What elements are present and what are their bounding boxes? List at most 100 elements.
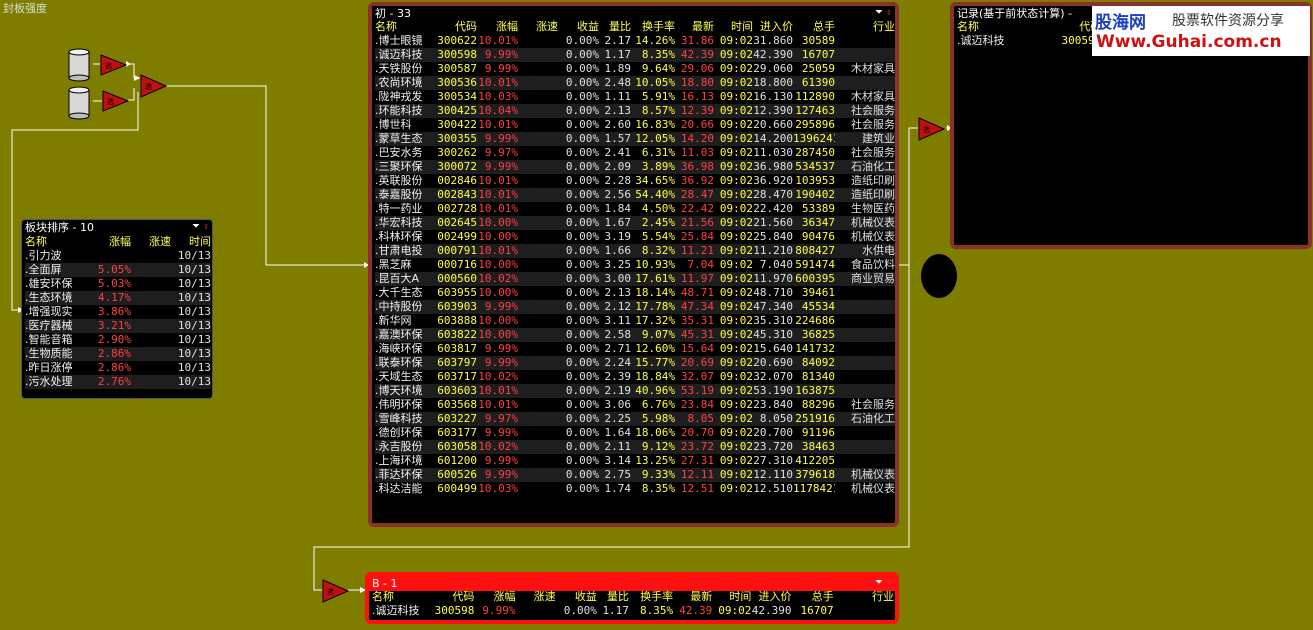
col-header[interactable]: 总手 [792, 590, 834, 604]
col-header[interactable]: 收益 [556, 590, 597, 604]
col-header[interactable]: 量比 [599, 20, 631, 34]
table-row[interactable]: .黑芝麻 000716 10.00% 0.00% 3.25 10.93% 7.04 09:02… [375, 258, 895, 272]
list-item[interactable]: .污水处理 2.76% 10/13 [25, 375, 211, 389]
filter-node-icon[interactable]: 选 [322, 579, 350, 603]
table-row[interactable]: .天域生态 603717 10.02% 0.00% 2.39 18.84% 32.07 09:… [375, 370, 895, 384]
col-header[interactable]: 收益 [558, 20, 599, 34]
table-row[interactable]: .上海环境 601200 9.99% 0.00% 3.14 13.25% 27.31 09:0… [375, 454, 895, 468]
table-row[interactable]: .博天环境 603603 10.01% 0.00% 2.19 40.96% 53.19 09:… [375, 384, 895, 398]
table-row[interactable]: .大千生态 603955 10.00% 0.00% 2.13 18.14% 48.71 09:… [375, 286, 895, 300]
col-header[interactable]: 名称 [25, 235, 91, 249]
col-header[interactable]: 换手率 [629, 590, 673, 604]
table-row[interactable]: .博世科 300422 10.01% 0.00% 2.60 16.83% 20.66 09:0… [375, 118, 895, 132]
table-cell: 5.98% [631, 412, 675, 426]
col-header[interactable]: 涨速 [516, 590, 556, 604]
table-row[interactable]: .泰嘉股份 002843 10.01% 0.00% 2.56 54.40% 28.47 09:… [375, 188, 895, 202]
database-icon[interactable] [67, 86, 93, 120]
filter-node-icon[interactable]: 选 [918, 117, 946, 141]
col-header[interactable]: 行业 [835, 20, 895, 34]
up-arrow-icon[interactable]: ⇧ [886, 7, 892, 18]
table-cell: 机械仪表 [851, 230, 895, 243]
table-cell: .菲达环保 [375, 468, 434, 482]
table-cell: 12.05% [631, 132, 675, 146]
up-arrow-icon[interactable]: ⇧ [886, 577, 892, 588]
col-header[interactable]: 涨速 [131, 235, 171, 249]
sector-ranking-panel[interactable]: 板块排序 - 10 ⏷ ⇧ 名称 涨幅 涨速 时间 .引力波 10/13 .全面屏 5.… [21, 219, 213, 399]
table-cell: 17.78% [631, 300, 675, 314]
table-row[interactable]: .永吉股份 603058 10.02% 0.00% 2.11 9.12% 23.72 09:0… [375, 440, 895, 454]
table-row[interactable]: .巴安水务 300262 9.97% 0.00% 2.41 6.31% 11.03 09:02… [375, 146, 895, 160]
table-row[interactable]: .雪峰科技 603227 9.97% 0.00% 2.25 5.98% 8.05 09:02 8… [375, 412, 895, 426]
col-header[interactable]: 代码 [434, 20, 477, 34]
table-row[interactable]: .科林环保 002499 10.00% 0.00% 3.19 5.54% 25.84 09:0… [375, 230, 895, 244]
table-row[interactable]: .博士眼镜 300622 10.01% 0.00% 2.17 14.26% 31.86 09:… [375, 34, 895, 48]
funnel-icon[interactable]: ⏷ [875, 577, 883, 588]
col-header[interactable]: 名称 [375, 20, 434, 34]
table-row[interactable]: .海峡环保 603817 9.99% 0.00% 2.71 12.60% 15.64 09:0… [375, 342, 895, 356]
col-header[interactable]: 量比 [597, 590, 629, 604]
col-header[interactable]: 时间 [712, 590, 751, 604]
table-row[interactable]: .德创环保 603177 9.99% 0.00% 1.64 18.06% 20.70 09:0… [375, 426, 895, 440]
list-item[interactable]: .全面屏 5.05% 10/13 [25, 263, 211, 277]
list-item[interactable]: .昨日涨停 2.86% 10/13 [25, 361, 211, 375]
table-row[interactable]: .环能科技 300425 10.04% 0.00% 2.13 8.57% 12.39 09:0… [375, 104, 895, 118]
list-item[interactable]: .生态环境 4.17% 10/13 [25, 291, 211, 305]
table-row[interactable]: .特一药业 002728 10.01% 0.00% 1.84 4.50% 22.42 09:0… [375, 202, 895, 216]
filter-node-icon[interactable]: 选 [102, 90, 130, 112]
filter-node-icon[interactable]: 选 [100, 54, 128, 76]
table-row[interactable]: .英联股份 002846 10.01% 0.00% 2.28 34.65% 36.92 09:… [375, 174, 895, 188]
table-row[interactable]: .天铁股份 300587 9.99% 0.00% 1.89 9.64% 29.06 09:02… [375, 62, 895, 76]
table-row[interactable]: .联泰环保 603797 9.99% 0.00% 2.24 15.77% 20.69 09:0… [375, 356, 895, 370]
table-row[interactable]: .蒙草生态 300355 9.99% 0.00% 1.57 12.05% 14.20 09:0… [375, 132, 895, 146]
database-icon[interactable] [67, 48, 93, 82]
col-header[interactable]: 涨速 [518, 20, 558, 34]
table-row[interactable]: .伟明环保 603568 10.01% 0.00% 3.06 6.76% 23.84 09:0… [375, 398, 895, 412]
table-row[interactable]: .菲达环保 600526 9.99% 0.00% 2.75 9.33% 12.11 09:02… [375, 468, 895, 482]
list-item[interactable]: .生物质能 2.86% 10/13 [25, 347, 211, 361]
col-header[interactable]: 换手率 [631, 20, 675, 34]
col-header[interactable]: 名称 [957, 20, 1035, 34]
table-row[interactable]: .昆百大A 000560 10.02% 0.00% 3.00 17.61% 11.97 09:… [375, 272, 895, 286]
table-cell: .博天环境 [375, 384, 434, 398]
main-stock-panel[interactable]: 初 - 33 ⏷ ⇧ 名称 代码 涨幅 涨速 收益 量比 换手率 最新 时间 进入价 总手 行业 .博士… [368, 2, 899, 527]
col-header[interactable]: 名称 [372, 590, 431, 604]
col-header[interactable]: 涨幅 [477, 20, 518, 34]
table-cell: 251916 [793, 412, 835, 426]
col-header[interactable]: 进入价 [753, 20, 793, 34]
table-row[interactable]: .诚迈科技 300598 9.99% 0.00% 1.17 8.35% 42.39 09:02… [372, 604, 894, 618]
table-row[interactable]: .嘉澳环保 603822 10.00% 0.00% 2.58 9.07% 45.31 09:0… [375, 328, 895, 342]
filter-node-icon[interactable]: 选 [140, 74, 168, 98]
table-row[interactable]: .新华网 603888 10.00% 0.00% 3.11 17.32% 35.31 09:0… [375, 314, 895, 328]
table-row[interactable]: .陇神戎发 300534 10.03% 0.00% 1.11 5.91% 16.13 09:0… [375, 90, 895, 104]
table-row[interactable]: .甘肃电投 000791 10.01% 0.00% 1.66 8.32% 11.21 09:0… [375, 244, 895, 258]
list-item[interactable]: .医疗器械 3.21% 10/13 [25, 319, 211, 333]
table-row[interactable]: .三聚环保 300072 9.99% 0.00% 2.09 3.89% 36.98 09:02… [375, 160, 895, 174]
table-cell: 09:02 [714, 216, 753, 230]
list-item[interactable]: .引力波 10/13 [25, 249, 211, 263]
bottom-alert-panel[interactable]: B - 1 ⏷ ⇧ 名称 代码 涨幅 涨速 收益 量比 换手率 最新 时间 进入价 总手 行业 .诚迈科… [365, 572, 899, 624]
table-row[interactable]: .华宏科技 002645 10.00% 0.00% 1.67 2.45% 21.56 09:0… [375, 216, 895, 230]
col-header[interactable]: 最新 [675, 20, 714, 34]
funnel-icon[interactable]: ⏷ [192, 221, 200, 232]
col-header[interactable]: 总手 [793, 20, 835, 34]
up-arrow-icon[interactable]: ⇧ [203, 221, 209, 232]
col-header[interactable]: 涨幅 [91, 235, 131, 249]
col-header[interactable]: 涨幅 [474, 590, 516, 604]
black-blob-node[interactable] [921, 254, 957, 298]
table-row[interactable]: .农尚环境 300536 10.01% 0.00% 2.48 10.05% 18.80 09:… [375, 76, 895, 90]
table-row[interactable]: .诚迈科技 300598 9.99% 0.00% 1.17 8.35% 42.39 09:02… [375, 48, 895, 62]
table-row[interactable]: .中持股份 603903 9.99% 0.00% 2.12 17.78% 47.34 09:0… [375, 300, 895, 314]
list-item[interactable]: .雄安环保 5.03% 10/13 [25, 277, 211, 291]
list-item[interactable]: .增强现实 3.86% 10/13 [25, 305, 211, 319]
svg-text:选: 选 [145, 82, 152, 91]
col-header[interactable]: 进入价 [751, 590, 792, 604]
table-row[interactable]: .科达洁能 600499 10.03% 0.00% 1.74 8.35% 12.51 09:0… [375, 482, 895, 496]
col-header[interactable]: 行业 [834, 590, 894, 604]
col-header[interactable]: 代码 [431, 590, 474, 604]
table-cell: 16707 [800, 604, 834, 617]
funnel-icon[interactable]: ⏷ [875, 7, 883, 18]
col-header[interactable]: 时间 [171, 235, 211, 249]
list-item[interactable]: .智能音箱 2.90% 10/13 [25, 333, 211, 347]
col-header[interactable]: 时间 [714, 20, 753, 34]
col-header[interactable]: 最新 [673, 590, 712, 604]
